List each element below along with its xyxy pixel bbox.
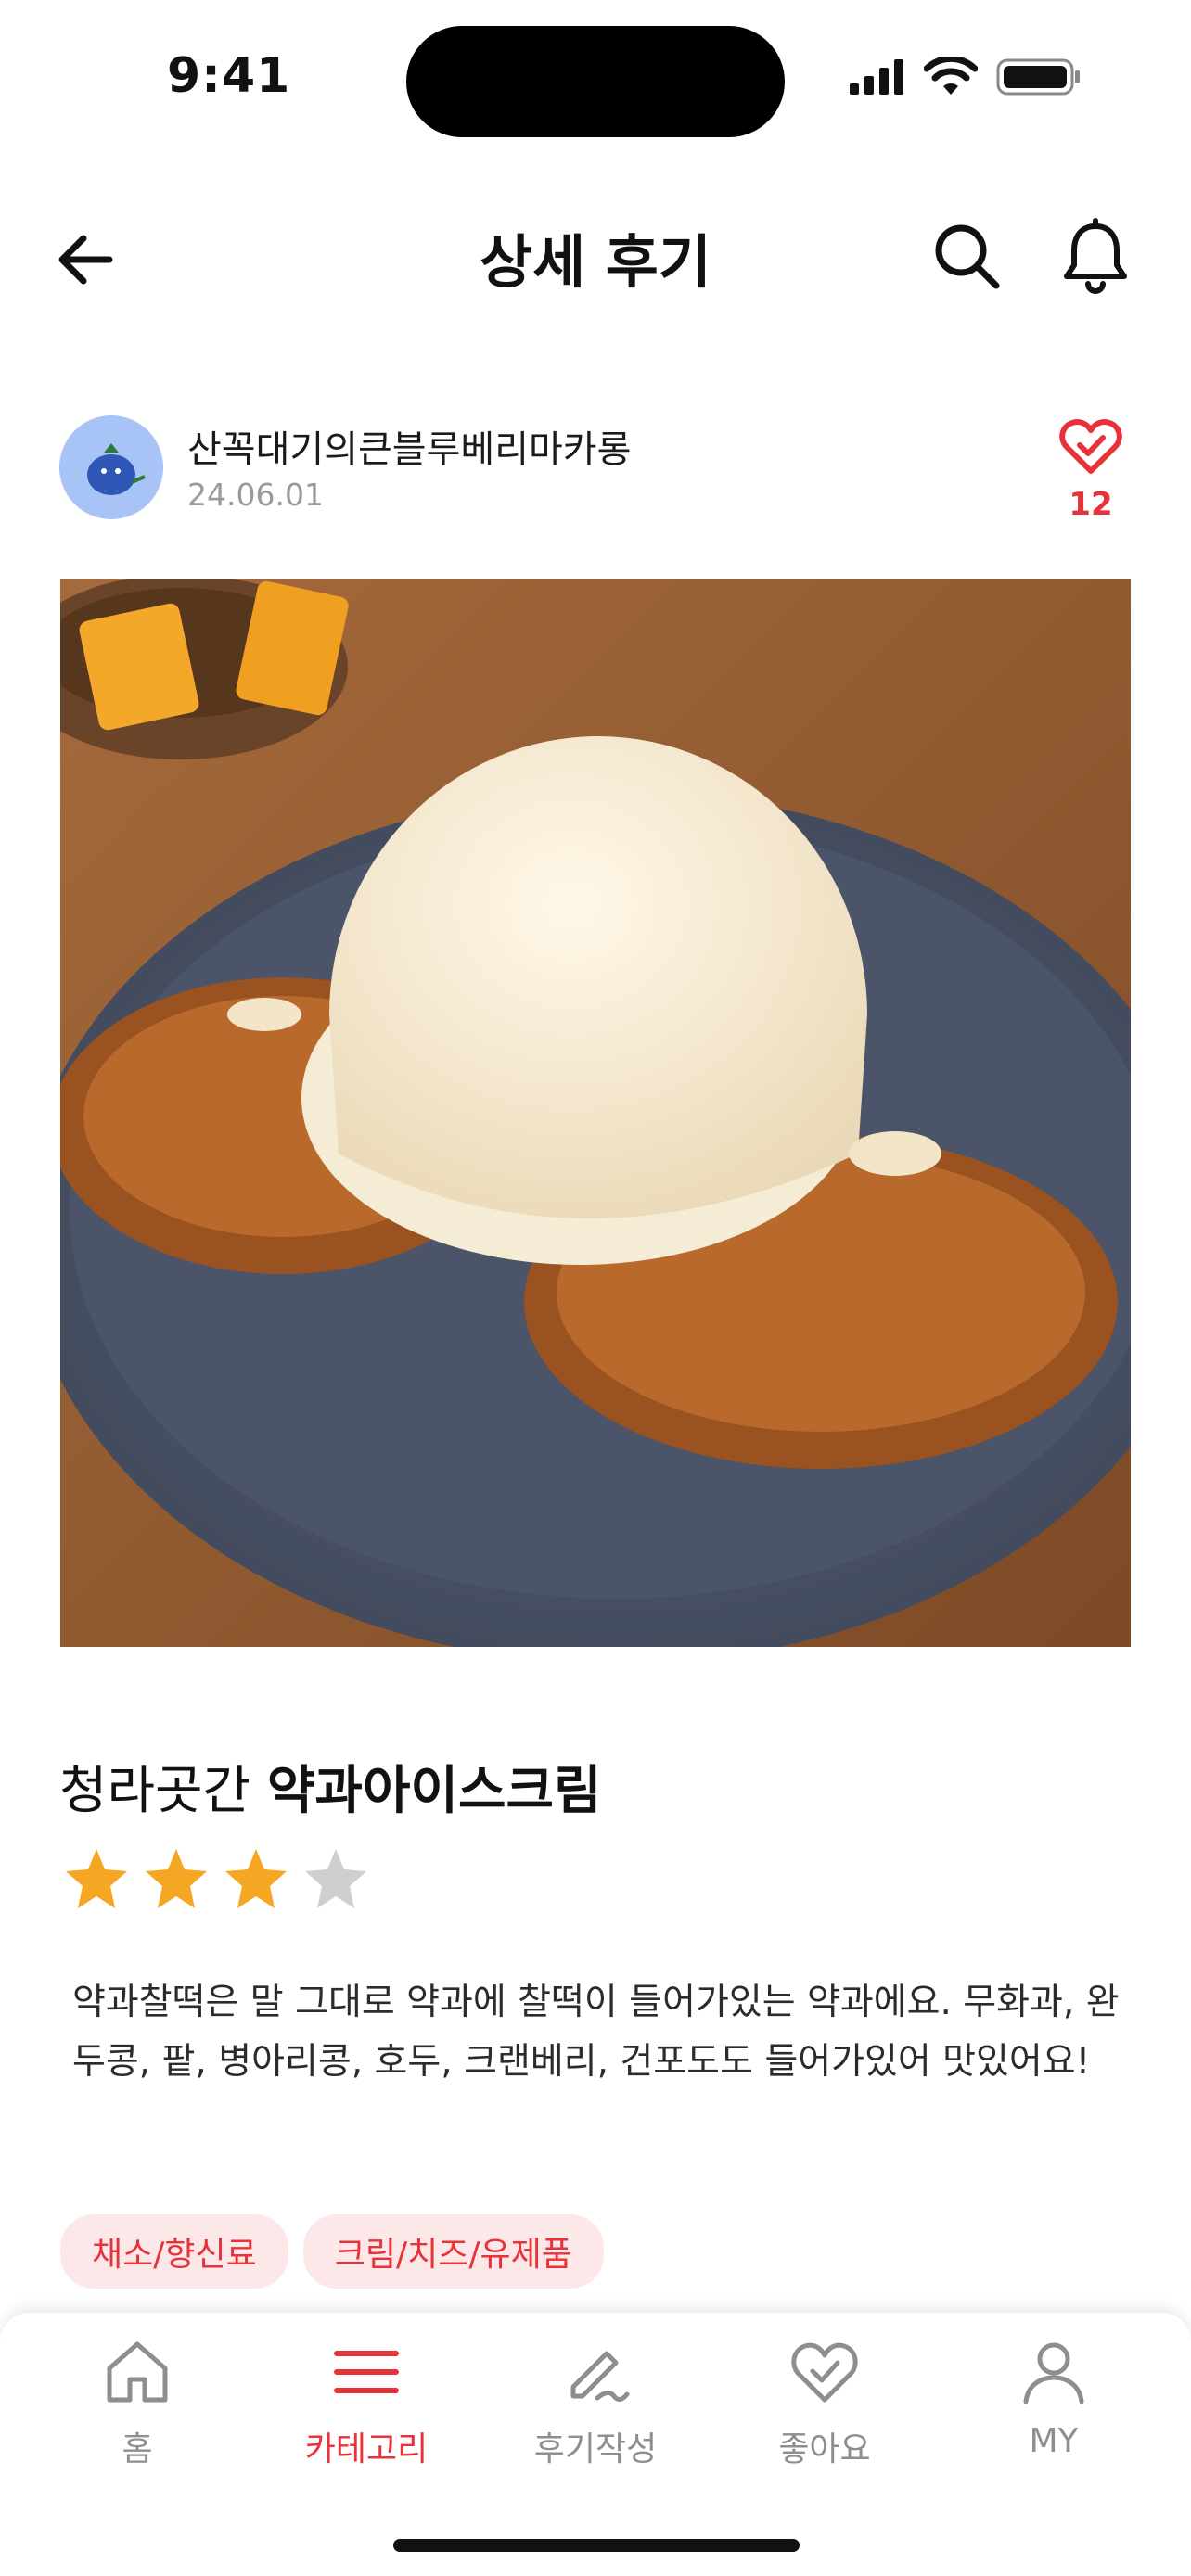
status-time: 9:41 — [167, 48, 291, 104]
rating-stars — [63, 1845, 369, 1912]
search-icon — [935, 224, 1000, 289]
heart-check-icon — [791, 2342, 858, 2403]
notification-button[interactable] — [1057, 217, 1133, 295]
nav-item-category[interactable]: 카테고리 — [274, 2337, 459, 2470]
nav-label-write-review: 후기작성 — [533, 2430, 658, 2468]
review-title: 청라곳간 약과아이스크림 — [59, 1749, 602, 1824]
blueberry-avatar-icon — [59, 415, 163, 519]
tag-chip[interactable]: 채소/향신료 — [60, 2214, 288, 2289]
home-indicator — [393, 2539, 800, 2552]
like-count: 12 — [1069, 486, 1113, 523]
nav-label-my: MY — [1029, 2422, 1079, 2460]
search-button[interactable] — [929, 219, 1004, 293]
star-filled-icon — [225, 1849, 287, 1908]
avatar[interactable] — [59, 415, 163, 519]
home-icon — [107, 2341, 168, 2403]
review-description: 약과찰떡은 말 그대로 약과에 찰떡이 들어가있는 약과에요. 무화과, 완두콩… — [72, 1982, 1120, 2083]
star-empty-icon — [305, 1849, 366, 1908]
tag-list: 채소/향신료 크림/치즈/유제품 — [60, 2214, 604, 2289]
star-filled-icon — [146, 1849, 207, 1908]
menu-name: 약과아이스크림 — [266, 1761, 602, 1821]
battery-icon — [996, 58, 1080, 96]
status-icons — [850, 57, 1082, 96]
author-name[interactable]: 산꼭대기의큰블루베리마카롱 — [187, 419, 631, 473]
nav-item-my[interactable]: MY — [961, 2337, 1146, 2460]
like-button[interactable] — [1059, 417, 1122, 475]
heart-check-icon — [1059, 419, 1122, 474]
nav-label-category: 카테고리 — [304, 2430, 429, 2468]
user-icon — [1023, 2342, 1084, 2404]
nav-item-likes[interactable]: 좋아요 — [732, 2337, 917, 2470]
wifi-icon — [924, 57, 978, 95]
food-photo — [60, 579, 1131, 1647]
store-name[interactable]: 청라곳간 — [59, 1761, 250, 1821]
nav-label-likes: 좋아요 — [778, 2430, 871, 2468]
nav-label-home: 홈 — [122, 2430, 153, 2468]
bell-icon — [1064, 218, 1127, 294]
post-date: 24.06.01 — [187, 477, 324, 513]
menu-icon — [334, 2351, 399, 2393]
cellular-signal-icon — [850, 59, 903, 95]
nav-item-write-review[interactable]: 후기작성 — [503, 2337, 688, 2470]
star-filled-icon — [66, 1849, 127, 1908]
dynamic-island — [406, 26, 785, 137]
pencil-icon — [570, 2351, 630, 2402]
nav-item-home[interactable]: 홈 — [45, 2337, 230, 2470]
tag-chip[interactable]: 크림/치즈/유제품 — [302, 2214, 604, 2289]
page-title: 상세 후기 — [480, 228, 711, 296]
review-photo — [60, 579, 1131, 1647]
